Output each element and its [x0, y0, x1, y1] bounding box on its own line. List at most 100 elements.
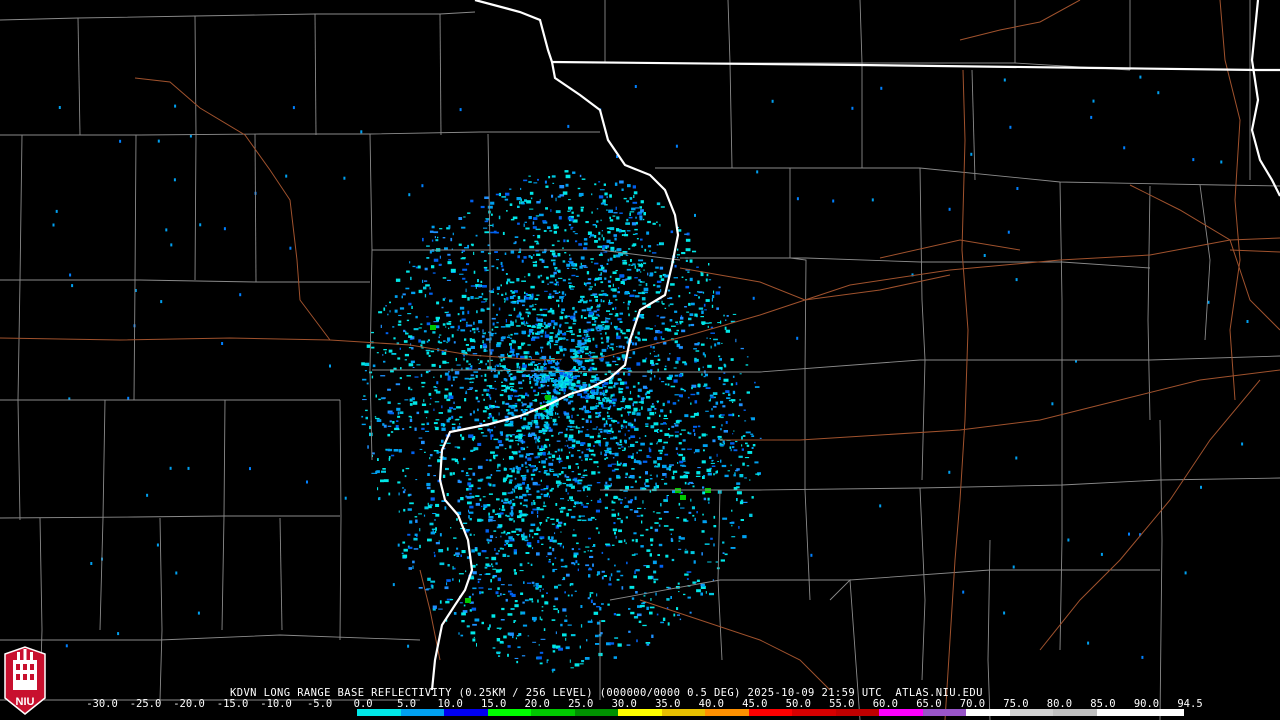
echo-pixel: [642, 359, 647, 363]
echo-pixel: [567, 492, 569, 495]
echo-pixel: [725, 421, 728, 424]
county-line: [487, 133, 491, 370]
echo-pixel: [527, 457, 532, 461]
echo-pixel: [480, 519, 484, 522]
echo-pixel: [527, 493, 532, 496]
echo-pixel: [584, 454, 589, 458]
echo-pixel: [581, 418, 585, 420]
echo-pixel: [710, 332, 715, 334]
niu-logo: NIU: [4, 646, 46, 715]
echo-pixel: [641, 602, 645, 605]
echo-pixel: [446, 442, 451, 444]
echo-pixel: [529, 533, 531, 538]
echo-pixel: [645, 528, 649, 531]
reflectivity-echoes: [52, 75, 1249, 673]
echo-pixel: [505, 421, 509, 423]
echo-pixel: [613, 254, 616, 258]
echo-pixel: [692, 250, 697, 253]
echo-pixel: [577, 479, 583, 482]
echo-pixel: [548, 456, 552, 459]
echo-pixel: [600, 202, 606, 205]
echo-pixel: [390, 431, 394, 433]
echo-pixel: [685, 238, 691, 242]
echo-pixel: [613, 496, 619, 499]
echo-pixel: [628, 397, 633, 401]
echo-pixel: [418, 437, 423, 439]
echo-pixel: [718, 286, 721, 289]
echo-pixel: [624, 433, 626, 437]
colorbar-segment: [574, 709, 619, 716]
echo-pixel: [390, 454, 395, 457]
echo-pixel: [501, 268, 505, 271]
echo-pixel: [664, 365, 667, 368]
echo-pixel: [444, 506, 447, 510]
echo-pixel: [617, 379, 622, 381]
echo-pixel: [438, 336, 440, 339]
echo-pixel: [197, 611, 200, 615]
echo-pixel: [430, 489, 435, 493]
echo-pixel: [610, 427, 613, 431]
echo-pixel: [583, 266, 588, 268]
echo-pixel: [572, 171, 576, 174]
echo-pixel: [634, 427, 639, 431]
colorbar-segment: [139, 709, 184, 716]
echo-pixel: [626, 218, 629, 222]
echo-pixel: [362, 378, 367, 381]
echo-pixel: [625, 386, 629, 389]
echo-pixel: [612, 421, 615, 423]
echo-pixel: [631, 207, 636, 211]
echo-pixel: [690, 482, 694, 484]
echo-pixel: [745, 431, 751, 434]
echo-pixel: [627, 276, 632, 280]
echo-pixel: [426, 486, 431, 490]
echo-pixel: [557, 584, 562, 586]
echo-pixel: [535, 250, 539, 252]
echo-pixel: [491, 328, 494, 331]
echo-pixel: [459, 423, 461, 425]
echo-pixel: [674, 424, 679, 427]
echo-pixel: [382, 468, 386, 470]
echo-pixel: [585, 399, 589, 403]
echo-pixel: [601, 290, 605, 292]
echo-pixel: [476, 563, 478, 566]
echo-pixel: [578, 548, 581, 550]
echo-pixel: [506, 474, 509, 478]
echo-pixel: [604, 277, 607, 280]
echo-pixel: [366, 382, 369, 385]
echo-pixel: [289, 246, 292, 250]
echo-pixel: [621, 332, 626, 335]
echo-pixel: [643, 565, 646, 567]
echo-pixel: [589, 352, 592, 355]
echo-pixel: [759, 437, 762, 439]
echo-pixel: [539, 357, 542, 359]
echo-pixel: [560, 376, 564, 379]
echo-pixel: [434, 426, 436, 428]
echo-pixel: [594, 320, 597, 323]
echo-pixel: [661, 322, 665, 325]
echo-pixel: [627, 306, 629, 310]
echo-pixel: [736, 498, 738, 502]
echo-pixel: [569, 429, 574, 431]
colorbar-segment: [183, 709, 227, 716]
echo-pixel: [517, 346, 522, 350]
echo-pixel: [584, 359, 590, 363]
echo-pixel: [519, 201, 521, 205]
echo-pixel: [645, 425, 649, 427]
echo-pixel: [649, 412, 655, 416]
echo-pixel: [529, 402, 533, 406]
echo-pixel: [493, 438, 499, 441]
echo-pixel: [598, 231, 601, 235]
echo-pixel: [610, 437, 615, 440]
echo-pixel: [620, 501, 623, 504]
echo-pixel: [560, 498, 565, 500]
echo-pixel: [593, 602, 596, 606]
echo-pixel: [624, 505, 629, 508]
echo-pixel: [640, 604, 645, 608]
echo-pixel: [555, 279, 557, 282]
echo-pixel: [596, 330, 602, 332]
echo-pixel: [590, 234, 595, 237]
echo-pixel: [557, 283, 559, 286]
echo-pixel: [452, 376, 458, 379]
echo-pixel: [629, 390, 632, 395]
echo-pixel: [457, 446, 461, 449]
